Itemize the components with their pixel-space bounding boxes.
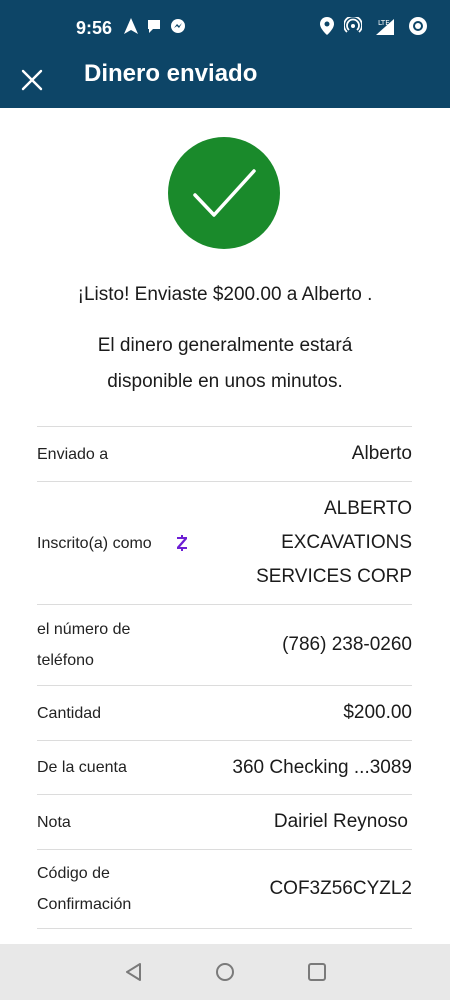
detail-row-note: Nota Dairiel Reynoso bbox=[37, 794, 412, 849]
sent-to-label: Enviado a bbox=[37, 445, 109, 463]
status-system-icons: LTE bbox=[320, 16, 428, 36]
app-bar: Dinero enviado bbox=[0, 56, 450, 108]
enrolled-as-value: ALBERTO EXCAVATIONS SERVICES CORP bbox=[256, 498, 412, 587]
zelle-logo-icon bbox=[176, 535, 187, 551]
detail-row-amount: Cantidad $200.00 bbox=[37, 685, 412, 740]
phone-value: (786) 238-0260 bbox=[282, 634, 412, 655]
location-icon bbox=[320, 17, 334, 35]
record-icon bbox=[409, 17, 427, 35]
enrolled-as-label: Inscrito(a) como bbox=[37, 534, 152, 552]
page-title: Dinero enviado bbox=[84, 60, 258, 87]
status-notification-icons bbox=[124, 18, 186, 34]
detail-row-phone: el número de teléfono (786) 238-0260 bbox=[37, 604, 412, 685]
status-bar: 9:56 LTE bbox=[0, 0, 450, 56]
confirmation-headline: ¡Listo! Enviaste $200.00 a Alberto . bbox=[77, 284, 373, 305]
success-check-icon bbox=[168, 137, 280, 249]
status-time: 9:56 bbox=[76, 18, 113, 38]
amount-label: Cantidad bbox=[37, 704, 102, 722]
recents-icon[interactable] bbox=[305, 960, 329, 984]
system-navigation-bar bbox=[0, 944, 450, 1000]
detail-row-sent-to: Enviado a Alberto bbox=[37, 426, 412, 481]
amount-value: $200.00 bbox=[343, 702, 412, 723]
from-account-value: 360 Checking ...3089 bbox=[232, 756, 412, 778]
svg-text:LTE: LTE bbox=[378, 19, 390, 27]
transfer-details: Enviado a Alberto Inscrito(a) como ALBER… bbox=[37, 426, 412, 929]
chat-bubble-icon bbox=[148, 20, 160, 33]
detail-row-from-account: De la cuenta 360 Checking ...3089 bbox=[37, 740, 412, 794]
hotspot-icon bbox=[344, 17, 362, 33]
enrolled-as-label-group: Inscrito(a) como bbox=[37, 528, 188, 559]
from-account-label: De la cuenta bbox=[37, 759, 127, 776]
note-label: Nota bbox=[37, 813, 71, 831]
home-icon[interactable] bbox=[213, 960, 237, 984]
detail-row-confirmation-code: Código de Confirmación COF3Z56CYZL2 bbox=[37, 849, 412, 929]
confirmation-subtext: El dinero generalmente estará disponible… bbox=[97, 335, 353, 392]
signal-lte-icon: LTE bbox=[376, 19, 394, 35]
confirmation-code-label: Código de Confirmación bbox=[37, 865, 132, 913]
note-value: Dairiel Reynoso bbox=[273, 811, 408, 832]
sent-to-value: Alberto bbox=[351, 443, 412, 464]
confirmation-code-value: COF3Z56CYZL2 bbox=[269, 878, 412, 899]
detail-row-enrolled-as: Inscrito(a) como ALBERTO EXCAVATIONS SER… bbox=[37, 481, 412, 604]
back-icon[interactable] bbox=[122, 960, 146, 984]
phone-label: el número de teléfono bbox=[37, 621, 131, 669]
messenger-icon bbox=[171, 19, 185, 33]
navigation-arrow-icon bbox=[124, 18, 138, 34]
close-icon[interactable] bbox=[16, 64, 48, 96]
